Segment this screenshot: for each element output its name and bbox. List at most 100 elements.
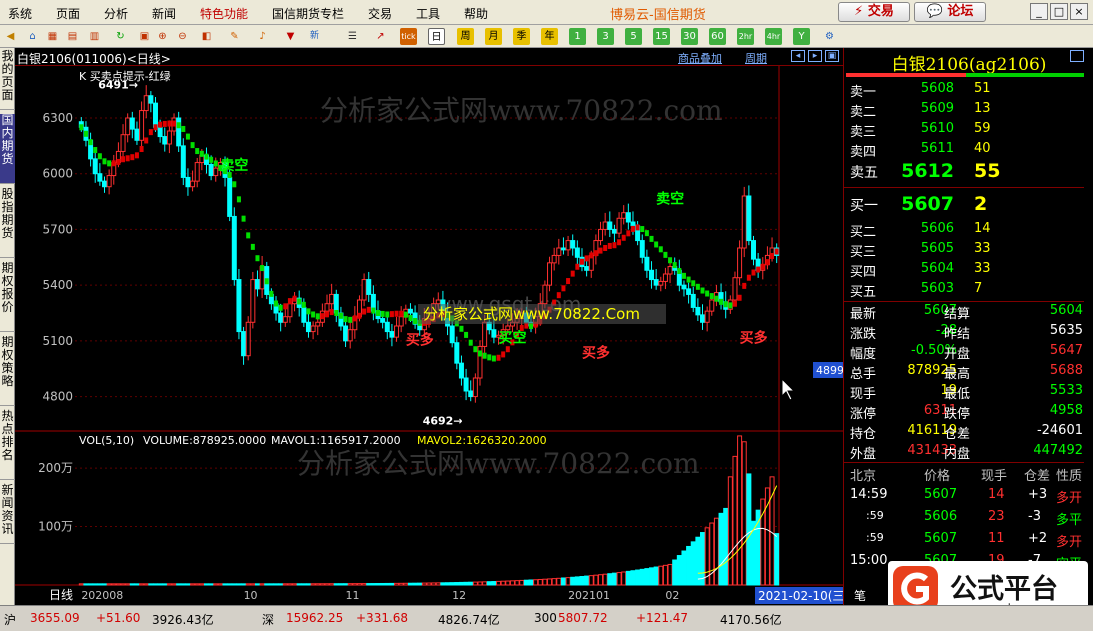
quote-price: 5612: [901, 160, 954, 182]
candle-body: [625, 212, 631, 223]
volume-bar: [445, 582, 451, 586]
signal-dot: [728, 302, 733, 309]
candle-body: [305, 321, 311, 333]
period-button-4hr[interactable]: 4hr: [765, 28, 782, 45]
period-button-week[interactable]: 周: [457, 28, 474, 45]
filter-icon[interactable]: ▼: [282, 28, 299, 45]
signal-dot: [686, 276, 691, 283]
period-button-60min[interactable]: 60: [709, 28, 726, 45]
table-icon[interactable]: ▤: [64, 28, 81, 45]
period-button-month[interactable]: 月: [485, 28, 502, 45]
status-amount: 4170.56亿: [720, 613, 782, 627]
chart-area[interactable]: 6300 6000 5700 5400 5100 4800 分析家公式网www.70822.…: [15, 66, 843, 605]
chart-icon[interactable]: ▣: [136, 28, 153, 45]
candle-body: [551, 254, 557, 264]
candle-body: [737, 247, 743, 279]
sidebar-item-3[interactable]: 期权报价: [0, 262, 15, 332]
sidebar-item-1[interactable]: 国内期货: [0, 114, 15, 184]
list-icon[interactable]: ▥: [86, 28, 103, 45]
signal-dot: [153, 124, 158, 131]
zoom-in-icon[interactable]: ⊕: [154, 28, 171, 45]
back-icon[interactable]: ◀: [2, 28, 19, 45]
window-icon[interactable]: ◧: [198, 28, 215, 45]
signal-dot: [635, 224, 640, 231]
period-button-15min[interactable]: 15: [653, 28, 670, 45]
tick-icon[interactable]: tick: [400, 28, 417, 45]
period-button-5min[interactable]: 5: [625, 28, 642, 45]
volume-bar: [403, 582, 409, 586]
signal-dot: [654, 241, 659, 248]
bell-icon[interactable]: ♪: [254, 28, 271, 45]
period-button-y[interactable]: Y: [793, 28, 810, 45]
period-button-year[interactable]: 年: [541, 28, 558, 45]
tick-tab[interactable]: 笔: [854, 587, 866, 604]
volume-bar: [157, 583, 163, 586]
signal-dot: [770, 252, 775, 259]
tick-price: 5607: [924, 531, 958, 546]
zoom-out-icon[interactable]: ⊖: [174, 28, 191, 45]
sidebar-item-5[interactable]: 热点排名: [0, 410, 15, 480]
quote-expand-icon[interactable]: [1070, 50, 1084, 62]
settings-icon[interactable]: ⚙: [821, 28, 838, 45]
signal-dot: [176, 122, 181, 129]
volume-bar: [227, 583, 233, 586]
candle-body: [584, 266, 590, 271]
minimize-button[interactable]: _: [1030, 3, 1048, 20]
signal-dot: [575, 263, 580, 270]
close-button[interactable]: ×: [1070, 3, 1088, 20]
period-button-2hr[interactable]: 2hr: [737, 28, 754, 45]
candle-body: [287, 303, 293, 318]
menu-trade[interactable]: 交易: [368, 5, 392, 22]
period-button-quarter[interactable]: 季: [513, 28, 530, 45]
menu-page[interactable]: 页面: [56, 5, 80, 22]
volume-bar: [681, 550, 687, 586]
signal-dot: [584, 255, 589, 262]
menu-help[interactable]: 帮助: [464, 5, 488, 22]
signal-dot: [746, 274, 751, 281]
grid-icon[interactable]: ▦: [44, 28, 61, 45]
forum-button[interactable]: 💬 论坛: [914, 2, 986, 22]
overlay-button[interactable]: 商品叠加: [678, 50, 722, 66]
expand-icon[interactable]: ▣: [825, 50, 839, 62]
menu-analysis[interactable]: 分析: [104, 5, 128, 22]
report-icon[interactable]: ☰: [344, 28, 361, 45]
prev-icon[interactable]: ◂: [791, 50, 805, 62]
candle-body: [407, 308, 413, 314]
menu-column[interactable]: 国信期货专栏: [272, 5, 344, 22]
signal-dot: [306, 308, 311, 315]
volume-bar: [120, 583, 126, 586]
sidebar-item-0[interactable]: 我的页面: [0, 50, 15, 110]
menu-tools[interactable]: 工具: [416, 5, 440, 22]
trade-button[interactable]: ⚡ 交易: [838, 2, 910, 22]
menu-features[interactable]: 特色功能: [200, 5, 248, 22]
status-bar: 沪 3655.09 +51.60 3926.43亿 深 15962.25 +331.68 48…: [0, 605, 1093, 631]
signal-dot: [236, 196, 241, 203]
sidebar-item-6[interactable]: 新闻资讯: [0, 484, 15, 544]
menu-news[interactable]: 新闻: [152, 5, 176, 22]
signal-dot: [491, 355, 496, 362]
signal-label: 买多: [582, 345, 610, 362]
refresh-icon[interactable]: ↻: [112, 28, 129, 45]
ask-row-0: 卖五 5612 55: [844, 160, 1084, 182]
period-button-3min[interactable]: 3: [597, 28, 614, 45]
menu-system[interactable]: 系统: [8, 5, 32, 22]
period-button-day[interactable]: 日: [428, 28, 445, 45]
home-icon[interactable]: ⌂: [24, 28, 41, 45]
signal-dot: [79, 124, 84, 131]
candle-body: [176, 117, 182, 147]
stat-value: 447492: [1033, 443, 1083, 458]
period-button-30min[interactable]: 30: [681, 28, 698, 45]
sidebar-item-4[interactable]: 期权策略: [0, 336, 15, 406]
pencil-icon[interactable]: ✎: [226, 28, 243, 45]
volume-bar: [152, 583, 158, 586]
sidebar-item-2[interactable]: 股指期货: [0, 188, 15, 258]
volume-bar: [579, 576, 585, 586]
trend-icon[interactable]: ↗: [372, 28, 389, 45]
candle-body: [653, 279, 659, 286]
period-button[interactable]: 周期: [745, 50, 767, 66]
next-icon[interactable]: ▸: [808, 50, 822, 62]
new-icon[interactable]: 新: [306, 28, 323, 45]
maximize-button[interactable]: □: [1050, 3, 1068, 20]
volume-bar: [667, 563, 673, 586]
period-button-1min[interactable]: 1: [569, 28, 586, 45]
